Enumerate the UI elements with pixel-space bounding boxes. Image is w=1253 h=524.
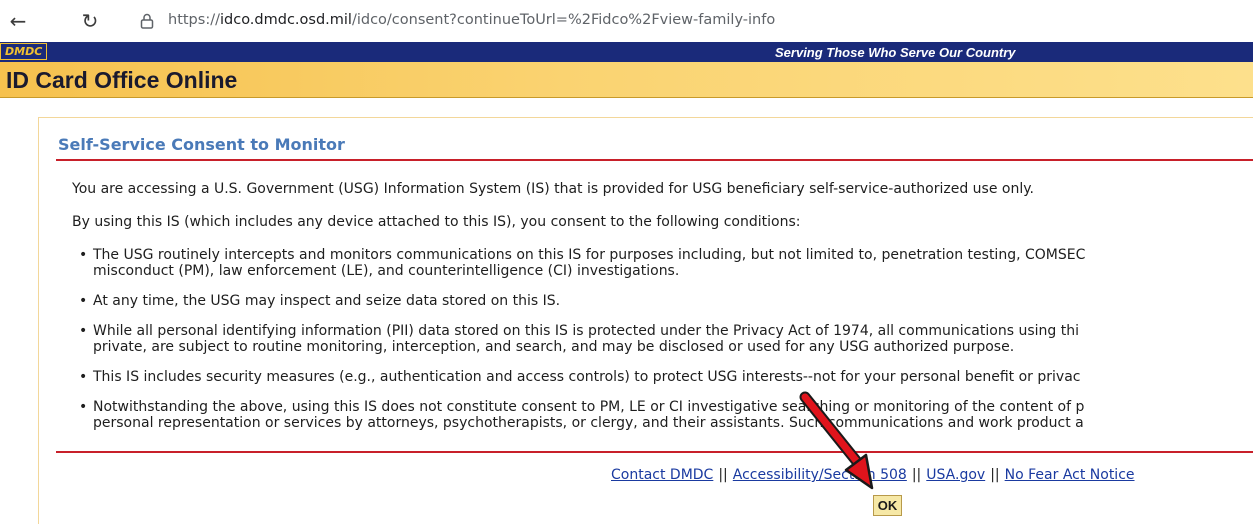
panel-title: Self-Service Consent to Monitor <box>58 135 345 154</box>
browser-toolbar: ← ↻ https://idco.dmdc.osd.mil/idco/conse… <box>0 0 1253 42</box>
back-arrow-icon[interactable]: ← <box>5 8 31 34</box>
lock-icon[interactable] <box>140 13 154 29</box>
contact-dmdc-link[interactable]: Contact DMDC <box>611 467 713 483</box>
list-item-line: At any time, the USG may inspect and sei… <box>93 293 561 309</box>
list-item: Notwithstanding the above, using this IS… <box>79 399 1253 431</box>
url-text[interactable]: https://idco.dmdc.osd.mil/idco/consent?c… <box>168 12 775 28</box>
conditions-list: The USG routinely intercepts and monitor… <box>79 247 1253 445</box>
url-host: idco.dmdc.osd.mil <box>219 12 352 28</box>
title-banner: ID Card Office Online <box>0 62 1253 98</box>
conditions-lead-text: By using this IS (which includes any dev… <box>72 214 801 230</box>
intro-text: You are accessing a U.S. Government (USG… <box>72 181 1034 197</box>
list-item: This IS includes security measures (e.g.… <box>79 369 1253 385</box>
list-item: The USG routinely intercepts and monitor… <box>79 247 1253 279</box>
top-banner: DMDC Serving Those Who Serve Our Country <box>0 42 1253 62</box>
dmdc-logo[interactable]: DMDC <box>0 43 48 60</box>
link-separator: || <box>718 467 728 483</box>
url-prefix: https:// <box>168 12 220 28</box>
footer-links: Contact DMDC || Accessibility/Section 508 |… <box>611 467 1135 483</box>
list-item-line: private, are subject to routine monitori… <box>93 339 1015 355</box>
tagline: Serving Those Who Serve Our Country <box>775 45 1016 60</box>
divider-top <box>56 159 1253 161</box>
list-item-line: Notwithstanding the above, using this IS… <box>93 399 1085 415</box>
link-separator: || <box>990 467 1000 483</box>
list-item-line: This IS includes security measures (e.g.… <box>93 369 1081 385</box>
url-path: /idco/consent?continueToUrl=%2Fidco%2Fvi… <box>351 12 776 28</box>
link-separator: || <box>911 467 922 483</box>
list-item-line: personal representation or services by a… <box>93 415 1084 431</box>
list-item: While all personal identifying informati… <box>79 323 1253 355</box>
reload-icon[interactable]: ↻ <box>77 8 103 34</box>
list-item-line: misconduct (PM), law enforcement (LE), a… <box>93 263 680 279</box>
list-item-line: While all personal identifying informati… <box>93 323 1079 339</box>
accessibility-link[interactable]: Accessibility/Section 508 <box>733 467 907 483</box>
address-bar[interactable]: https://idco.dmdc.osd.mil/idco/consent?c… <box>118 5 1253 37</box>
site-title: ID Card Office Online <box>6 67 238 93</box>
no-fear-act-link[interactable]: No Fear Act Notice <box>1005 467 1135 483</box>
list-item-line: The USG routinely intercepts and monitor… <box>93 247 1086 263</box>
divider-bottom <box>56 451 1253 453</box>
list-item: At any time, the USG may inspect and sei… <box>79 293 1253 309</box>
consent-panel: Self-Service Consent to Monitor You are … <box>38 117 1253 524</box>
usa-gov-link[interactable]: USA.gov <box>926 467 985 483</box>
ok-button[interactable]: OK <box>873 495 902 516</box>
